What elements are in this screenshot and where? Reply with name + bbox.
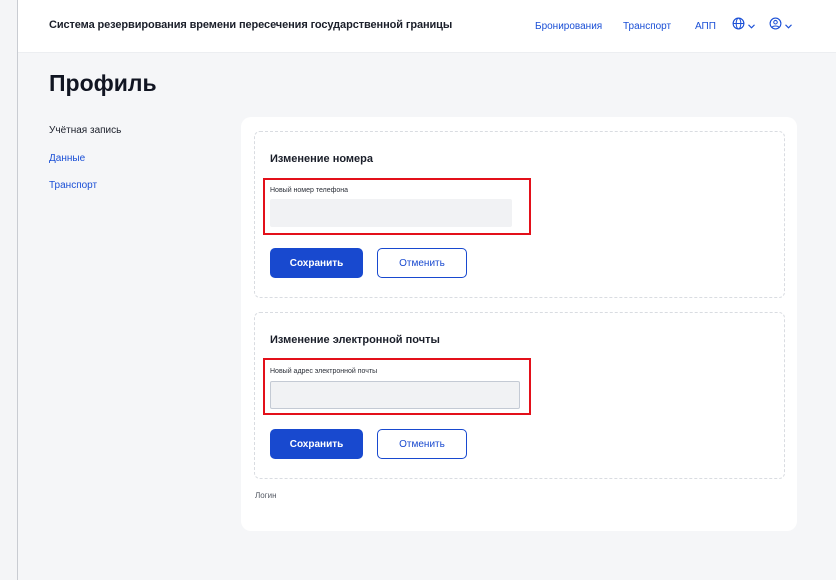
email-change-section: Изменение электронной почты Новый адрес … xyxy=(254,312,785,479)
chevron-down-icon xyxy=(748,22,755,31)
email-input[interactable] xyxy=(270,381,520,409)
profile-menu[interactable] xyxy=(769,16,792,36)
phone-field-label: Новый номер телефона xyxy=(270,187,349,194)
language-switcher[interactable] xyxy=(732,16,755,36)
sidebar-item-transport[interactable]: Транспорт xyxy=(49,180,97,191)
save-phone-button[interactable]: Сохранить xyxy=(270,248,363,278)
page-title: Профиль xyxy=(49,70,157,96)
user-circle-icon xyxy=(769,17,782,35)
globe-icon xyxy=(732,17,745,35)
app-frame: Система резервирования времени пересечен… xyxy=(17,0,836,580)
phone-input[interactable] xyxy=(270,199,512,227)
nav-link-transport[interactable]: Транспорт xyxy=(623,21,671,32)
profile-card: Изменение номера Новый номер телефона Со… xyxy=(241,117,797,531)
chevron-down-icon xyxy=(785,22,792,31)
phone-section-title: Изменение номера xyxy=(270,153,374,165)
sidebar-item-account[interactable]: Учётная запись xyxy=(49,125,121,136)
nav-link-bookings[interactable]: Бронирования xyxy=(535,21,602,32)
cancel-email-button[interactable]: Отменить xyxy=(377,429,467,459)
sidebar-item-data[interactable]: Данные xyxy=(49,153,85,164)
email-field-label: Новый адрес электронной почты xyxy=(270,368,378,375)
save-email-button[interactable]: Сохранить xyxy=(270,429,363,459)
login-label: Логин xyxy=(255,491,277,500)
phone-change-section: Изменение номера Новый номер телефона Со… xyxy=(254,131,785,298)
top-header: Система резервирования времени пересечен… xyxy=(18,0,836,53)
app-title: Система резервирования времени пересечен… xyxy=(49,19,453,31)
email-section-title: Изменение электронной почты xyxy=(270,334,440,346)
cancel-phone-button[interactable]: Отменить xyxy=(377,248,467,278)
nav-link-app[interactable]: АПП xyxy=(695,21,716,32)
